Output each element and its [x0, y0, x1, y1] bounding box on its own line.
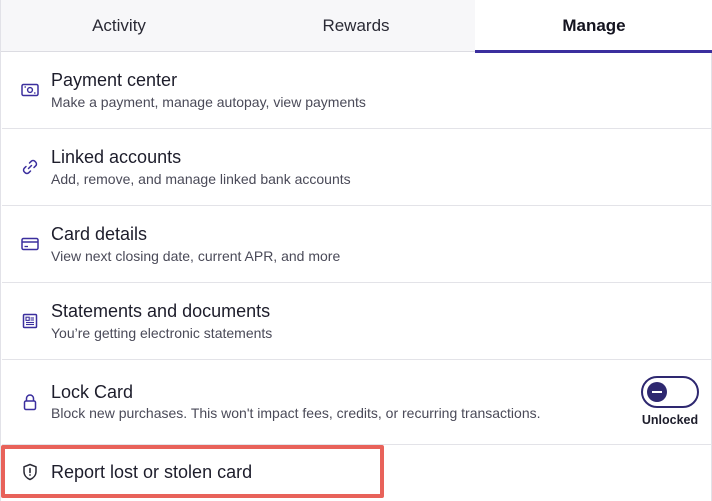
menu-item-title: Lock Card: [51, 382, 134, 402]
link-icon: [20, 157, 40, 177]
menu-item-payment-center[interactable]: Payment center Make a payment, manage au…: [2, 52, 712, 129]
tab-manage[interactable]: Manage: [475, 0, 712, 53]
menu-item-linked-accounts[interactable]: Linked accounts Add, remove, and manage …: [2, 129, 712, 206]
manage-panel: Activity Rewards Manage Payment center M…: [0, 0, 712, 501]
lock-card-toggle[interactable]: [641, 376, 699, 408]
toggle-knob: [647, 382, 667, 402]
tab-activity[interactable]: Activity: [1, 0, 237, 52]
toggle-state-label: Unlocked: [641, 413, 699, 427]
menu-item-title: Report lost or stolen card: [51, 462, 253, 482]
lock-toggle-group: Unlocked: [639, 376, 701, 432]
menu-item-title: Card details: [51, 224, 148, 244]
menu-item-lock-card: Lock Card Block new purchases. This won'…: [2, 360, 712, 445]
tab-bar: Activity Rewards Manage: [1, 0, 712, 53]
menu-item-card-details[interactable]: Card details View next closing date, cur…: [2, 206, 712, 283]
menu-item-subtitle: View next closing date, current APR, and…: [51, 248, 341, 264]
menu-item-subtitle: Block new purchases. This won't impact f…: [51, 405, 541, 421]
payment-icon: [20, 80, 40, 100]
menu-item-statements[interactable]: Statements and documents You’re getting …: [2, 283, 712, 360]
menu-item-subtitle: Add, remove, and manage linked bank acco…: [51, 171, 351, 187]
menu-item-subtitle: You’re getting electronic statements: [51, 325, 273, 341]
credit-card-icon: [20, 234, 40, 254]
menu-item-title: Payment center: [51, 70, 178, 90]
menu-item-title: Statements and documents: [51, 301, 271, 321]
shield-icon: [20, 462, 40, 482]
document-icon: [20, 311, 40, 331]
lock-icon: [20, 392, 40, 412]
tab-rewards[interactable]: Rewards: [237, 0, 475, 52]
menu-item-subtitle: Make a payment, manage autopay, view pay…: [51, 94, 366, 110]
menu-item-title: Linked accounts: [51, 147, 182, 167]
menu-item-report-lost-card[interactable]: Report lost or stolen card: [2, 445, 712, 501]
